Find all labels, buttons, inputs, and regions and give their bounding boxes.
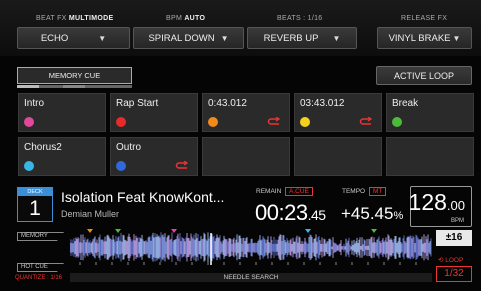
tempo-value: +45.45% xyxy=(341,204,404,223)
memory-tag: MEMORY xyxy=(17,232,64,241)
cue-color-dot xyxy=(208,117,218,127)
hot-cue-pad-e[interactable]: Break xyxy=(386,93,474,132)
tempo-range-button[interactable]: ±16 xyxy=(436,230,472,246)
tempo-label: TEMPO xyxy=(342,188,366,195)
active-loop-button[interactable]: ACTIVE LOOP xyxy=(376,66,472,85)
beats-label: BEATS : 1/16 xyxy=(277,15,323,22)
bpm-mode-label: BPM AUTO xyxy=(166,15,206,22)
remaining-time: 00:23.45 xyxy=(255,200,326,225)
release-fx-select-button[interactable]: VINYL BRAKE ▼ xyxy=(377,27,472,49)
loop-icon xyxy=(175,161,189,169)
dropdown-arrow-icon: ▼ xyxy=(98,33,107,43)
master-tempo-badge: MT xyxy=(369,187,387,196)
hot-cue-pad-b[interactable]: Rap Start xyxy=(110,93,198,132)
dropdown-arrow-icon: ▼ xyxy=(332,33,341,43)
hot-cue-pad-a[interactable]: Intro xyxy=(18,93,106,132)
beat-fx-select-button[interactable]: ECHO ▼ xyxy=(17,27,130,49)
hot-cue-tag: HOT CUE xyxy=(17,263,64,272)
quantize-label: QUANTIZE : 1/16 xyxy=(15,275,63,281)
cue-color-dot xyxy=(116,161,126,171)
cue-marker xyxy=(305,229,311,233)
cue-color-dot xyxy=(24,117,34,127)
loop-icon xyxy=(267,117,281,125)
remain-label: REMAIN xyxy=(256,188,282,195)
bpm-display: 128.00 BPM xyxy=(409,186,472,227)
track-title: Isolation Feat KnowKont... xyxy=(61,189,225,205)
needle-search-bar[interactable]: NEEDLE SEARCH xyxy=(70,273,432,282)
hot-cue-pad-d[interactable]: 03:43.012 xyxy=(294,93,382,132)
hot-cue-pad-empty[interactable] xyxy=(386,137,474,176)
auto-cue-badge: A.CUE xyxy=(285,187,313,196)
deck-number-badge: DECK 1 xyxy=(17,187,53,222)
release-fx-label: RELEASE FX xyxy=(401,15,448,22)
hot-cue-pad-f[interactable]: Chorus2 xyxy=(18,137,106,176)
cue-marker xyxy=(87,229,93,233)
hot-cue-pad-empty[interactable] xyxy=(294,137,382,176)
memory-cue-position-bar xyxy=(17,85,132,88)
cue-marker xyxy=(171,229,177,233)
cue-color-dot xyxy=(392,117,402,127)
track-waveform[interactable] xyxy=(70,229,432,265)
dropdown-arrow-icon: ▼ xyxy=(220,33,229,43)
loop-icon xyxy=(359,117,373,125)
cue-color-dot xyxy=(300,117,310,127)
cue-color-dot xyxy=(24,161,34,171)
cue-marker xyxy=(115,229,121,233)
reverb-fx-select-button[interactable]: REVERB UP ▼ xyxy=(247,27,357,49)
hot-cue-pad-c[interactable]: 0:43.012 xyxy=(202,93,290,132)
memory-cue-button[interactable]: MEMORY CUE xyxy=(17,67,132,84)
fx-bar: BEAT FX MULTIMODE BPM AUTO BEATS : 1/16 … xyxy=(0,0,481,56)
beat-fx-label: BEAT FX MULTIMODE xyxy=(36,15,114,22)
dropdown-arrow-icon: ▼ xyxy=(452,33,461,43)
track-artist: Demian Muller xyxy=(61,209,120,219)
hot-cue-pad-g[interactable]: Outro xyxy=(110,137,198,176)
loop-length-value[interactable]: 1/32 xyxy=(436,266,472,282)
loop-label: ⟲ LOOP xyxy=(438,257,464,264)
cue-marker xyxy=(371,229,377,233)
spiral-fx-select-button[interactable]: SPIRAL DOWN ▼ xyxy=(133,27,244,49)
cdj-display: BEAT FX MULTIMODE BPM AUTO BEATS : 1/16 … xyxy=(0,0,481,291)
hot-cue-pad-h[interactable] xyxy=(202,137,290,176)
cue-color-dot xyxy=(116,117,126,127)
